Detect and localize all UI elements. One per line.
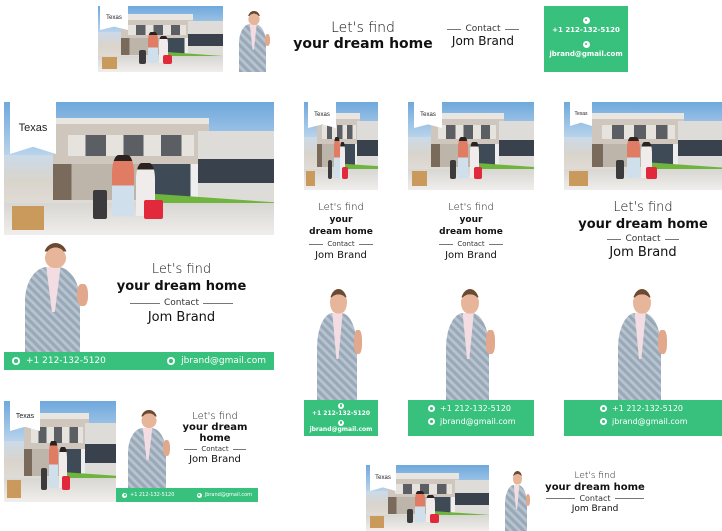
agent-name: Jom Brand (571, 504, 619, 514)
headline-line2a: your (459, 215, 483, 225)
headline-line1: Let's find (574, 471, 616, 481)
phone-icon (600, 405, 607, 412)
headline-line2: your dream home (293, 36, 433, 52)
agent-name: Jom Brand (147, 310, 216, 325)
phone-icon (582, 16, 590, 24)
headline: Let's find your dream home Contact Jom B… (542, 471, 648, 514)
agent-photo (12, 238, 102, 352)
phone-link[interactable]: +1 212-132-5120 (130, 492, 174, 498)
location-tag: Texas (414, 102, 442, 128)
headline: Let's find your dream home Contact Jom B… (114, 262, 249, 325)
contact-bar: +1 212-132-5120 jbrand@gmail.com (4, 352, 274, 370)
house-photo: Texas (408, 102, 534, 190)
headline-line2: your dream home (545, 482, 645, 493)
agent-photo (500, 469, 536, 531)
phone-icon (338, 402, 344, 409)
headline-line1: Let's find (318, 202, 364, 213)
email-icon (428, 418, 435, 425)
location-tag: Texas (308, 102, 336, 128)
contact-block: Contact Jom Brand (443, 24, 523, 48)
agent-name: Jom Brand (315, 250, 367, 261)
banner-skyscraper-narrow[interactable]: Texas Let's find your dream home Contact… (304, 102, 378, 436)
phone-link[interactable]: +1 212-132-5120 (26, 356, 106, 366)
email-icon (600, 418, 607, 425)
location-tag: Texas (10, 102, 56, 154)
headline-line2: your dream home (578, 217, 708, 232)
headline: Let's find your dream home Contact Jom B… (180, 411, 250, 465)
headline-line1: Let's find (331, 20, 395, 36)
agent-name: Jom Brand (445, 250, 497, 261)
banner-wide-skyscraper[interactable]: Texas Let's find your dream home Contact… (564, 102, 722, 436)
contact-label: Contact (564, 234, 722, 244)
email-link[interactable]: jbrand@gmail.com (205, 492, 252, 498)
agent-photo (608, 284, 678, 400)
agent-photo (120, 407, 180, 489)
headline-line2b: home (199, 433, 231, 444)
contact-label: Contact (443, 24, 523, 34)
contact-label: Contact (180, 445, 250, 453)
agent-name: Jom Brand (609, 245, 677, 260)
phone-link[interactable]: +1 212-132-5120 (544, 26, 628, 34)
agent-name: Jom Brand (451, 34, 515, 48)
headline: Let's find your dream home Contact Jom B… (408, 202, 534, 261)
house-photo: Texas (98, 6, 223, 72)
headline-line1: Let's find (151, 262, 212, 277)
agent-name: Jom Brand (189, 454, 241, 465)
headline-line2a: your dream (182, 422, 248, 433)
house-photo: Texas (4, 401, 116, 502)
phone-link[interactable]: +1 212-132-5120 (304, 410, 378, 417)
headline-line1: Let's find (613, 200, 673, 215)
banner-leaderboard[interactable]: Texas Let's find your dream home Contact… (98, 6, 628, 72)
email-link[interactable]: jbrand@gmail.com (304, 426, 378, 433)
contact-panel: +1 212-132-5120 jbrand@gmail.com (408, 400, 534, 436)
location-tag: Texas (100, 6, 128, 30)
email-link[interactable]: jbrand@gmail.com (440, 417, 516, 426)
agent-photo (233, 8, 277, 72)
email-link[interactable]: jbrand@gmail.com (612, 417, 688, 426)
house-photo: Texas (366, 465, 489, 531)
contact-label: Contact (304, 240, 378, 248)
contact-label: Contact (114, 298, 249, 308)
email-icon (167, 357, 176, 365)
agent-photo (308, 284, 372, 400)
contact-panel: +1 212-132-5120 jbrand@gmail.com (544, 6, 628, 72)
banner-skyscraper[interactable]: Texas Let's find your dream home Contact… (408, 102, 534, 436)
phone-icon (12, 357, 20, 365)
headline: Let's find your dream home Contact Jom B… (564, 200, 722, 260)
email-icon (338, 419, 344, 426)
location-tag: Texas (10, 401, 40, 431)
phone-link[interactable]: +1 212-132-5120 (612, 404, 683, 413)
headline: Let's find your dream home (288, 20, 438, 52)
contact-bar: +1 212-132-5120 jbrand@gmail.com (116, 488, 258, 502)
headline-line2a: your (329, 215, 353, 225)
banner-large-rectangle[interactable]: Texas Let's find your dream home Contact… (4, 102, 274, 370)
phone-icon (122, 492, 127, 498)
headline-line2: your dream home (116, 279, 247, 294)
agent-photo (436, 284, 506, 400)
phone-link[interactable]: +1 212-132-5120 (440, 404, 511, 413)
house-photo: Texas (4, 102, 274, 235)
contact-panel: +1 212-132-5120 jbrand@gmail.com (304, 400, 378, 436)
email-link[interactable]: jbrand@gmail.com (181, 356, 266, 366)
email-link[interactable]: jbrand@gmail.com (544, 50, 628, 58)
email-icon (196, 492, 202, 498)
headline-line2b: dream home (309, 227, 373, 237)
location-tag: Texas (370, 465, 396, 491)
contact-label: Contact (408, 240, 534, 248)
headline-line1: Let's find (448, 202, 494, 213)
location-tag: Texas (570, 102, 592, 126)
headline-line2b: dream home (439, 227, 503, 237)
phone-icon (428, 405, 435, 412)
banner-half[interactable]: Texas Let's find your dream home Contact… (366, 465, 656, 531)
banner-rectangle-small[interactable]: Texas Let's find your dream home Contact… (4, 401, 258, 502)
headline: Let's find your dream home Contact Jom B… (304, 202, 378, 261)
contact-panel: +1 212-132-5120 jbrand@gmail.com (564, 400, 722, 436)
email-icon (582, 40, 590, 48)
contact-label: Contact (542, 494, 648, 503)
house-photo: Texas (304, 102, 378, 190)
house-photo: Texas (564, 102, 722, 190)
headline-line1: Let's find (192, 411, 238, 422)
